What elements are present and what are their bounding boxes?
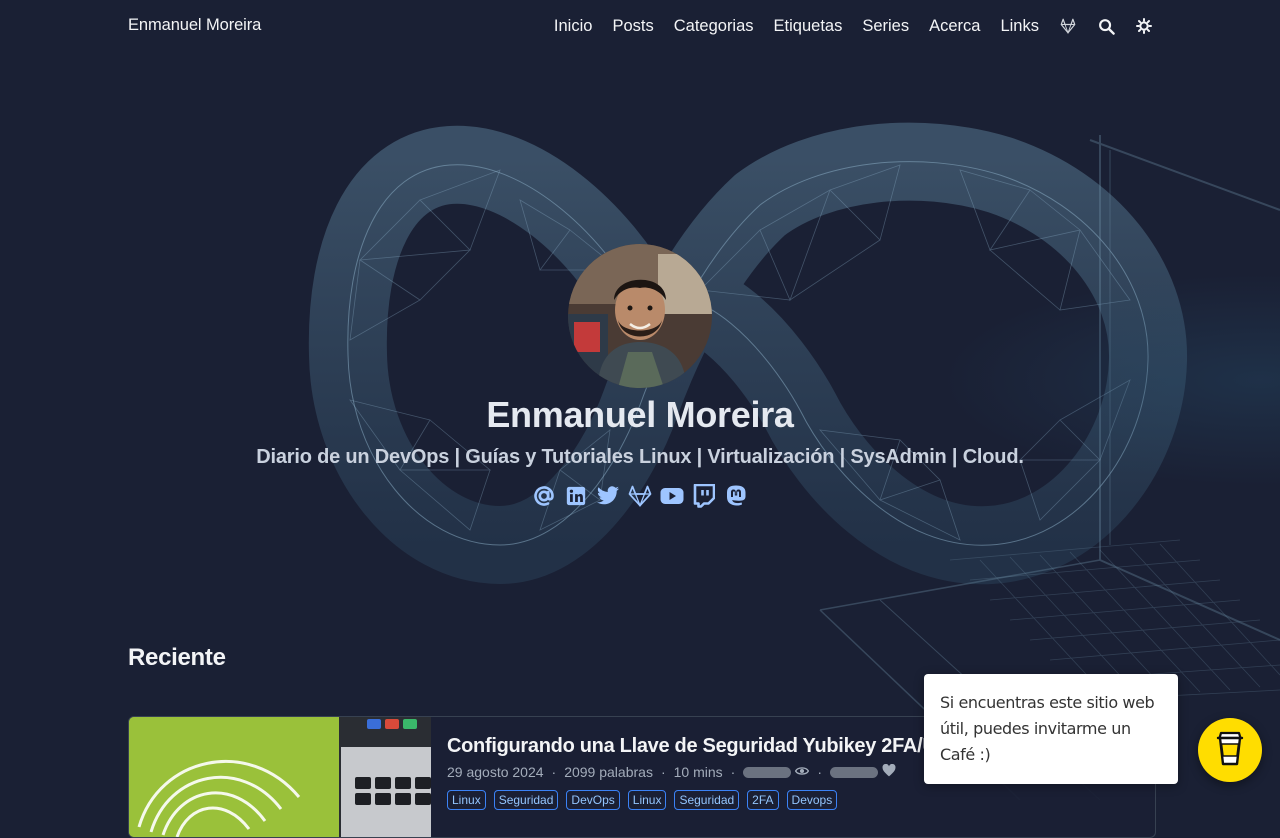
twitter-icon[interactable] <box>596 484 620 508</box>
post-tags: Linux Seguridad DevOps Linux Seguridad 2… <box>447 790 1147 810</box>
hero-name: Enmanuel Moreira <box>486 394 794 435</box>
meta-separator: · <box>660 764 666 780</box>
gitlab-icon[interactable] <box>628 484 652 508</box>
coffee-tooltip: Si encuentras este sitio web útil, puede… <box>924 674 1178 784</box>
twitch-icon[interactable] <box>692 484 716 508</box>
theme-toggle-icon[interactable] <box>1135 17 1153 35</box>
meta-separator: · <box>817 764 822 780</box>
email-icon[interactable] <box>532 484 556 508</box>
tag-link[interactable]: Linux <box>447 790 486 810</box>
hero-section: Enmanuel Moreira Diario de un DevOps | G… <box>0 0 1280 600</box>
nav-posts[interactable]: Posts <box>612 14 653 38</box>
buy-me-a-coffee-button[interactable] <box>1198 718 1262 782</box>
mastodon-icon[interactable] <box>724 484 748 508</box>
nav-series[interactable]: Series <box>862 14 909 38</box>
main-nav: Inicio Posts Categorias Etiquetas Series… <box>534 14 1153 38</box>
site-header: Enmanuel Moreira Inicio Posts Categorias… <box>0 0 1280 54</box>
recent-section-title: Reciente <box>128 644 226 671</box>
search-icon[interactable] <box>1097 17 1115 35</box>
post-word-count: 2099 palabras <box>564 764 653 780</box>
eye-icon <box>795 764 810 780</box>
meta-separator: · <box>551 764 557 780</box>
tag-link[interactable]: 2FA <box>747 790 779 810</box>
nav-links[interactable]: Links <box>1000 14 1039 38</box>
tag-link[interactable]: Seguridad <box>674 790 740 810</box>
gitlab-icon[interactable] <box>1059 17 1077 35</box>
avatar <box>568 244 712 388</box>
views-count-placeholder <box>743 766 792 778</box>
nav-inicio[interactable]: Inicio <box>554 14 593 38</box>
nav-acerca[interactable]: Acerca <box>929 14 980 38</box>
post-date: 29 agosto 2024 <box>447 764 544 780</box>
tag-link[interactable]: Seguridad <box>493 790 559 810</box>
tag-link[interactable]: Linux <box>627 790 667 810</box>
tag-link[interactable]: Devops <box>786 790 838 810</box>
nav-categorias[interactable]: Categorias <box>674 14 754 38</box>
post-read-time: 10 mins <box>673 764 723 780</box>
meta-separator: · <box>730 764 736 780</box>
heart-icon <box>882 763 896 780</box>
social-links <box>532 483 748 509</box>
nav-etiquetas[interactable]: Etiquetas <box>774 14 843 38</box>
post-thumbnail[interactable] <box>129 717 431 837</box>
hero-tagline: Diario de un DevOps | Guías y Tutoriales… <box>256 446 1024 468</box>
likes-count-placeholder <box>830 766 878 778</box>
youtube-icon[interactable] <box>660 484 684 508</box>
linkedin-icon[interactable] <box>564 484 588 508</box>
site-brand-link[interactable]: Enmanuel Moreira <box>128 16 261 35</box>
coffee-cup-icon <box>1215 729 1245 772</box>
tag-link[interactable]: DevOps <box>566 790 620 810</box>
